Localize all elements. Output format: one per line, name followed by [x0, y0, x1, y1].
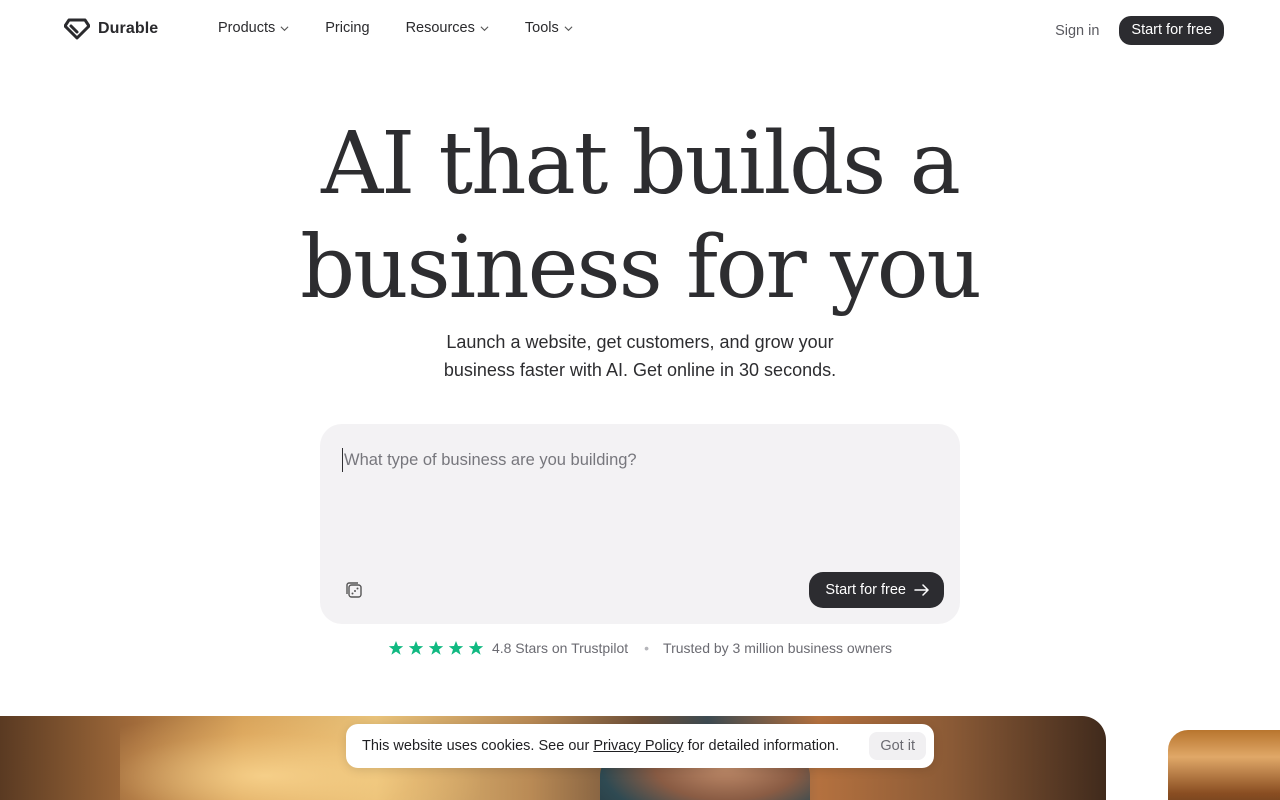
cookie-message: This website uses cookies. See our Priva…	[362, 738, 869, 754]
start-for-free-nav-button[interactable]: Start for free	[1119, 16, 1224, 45]
nav-item-label: Products	[218, 20, 276, 36]
star-icon	[468, 641, 484, 655]
nav-item-products[interactable]: Products	[218, 20, 289, 36]
trust-bar: 4.8 Stars on Trustpilot • Trusted by 3 m…	[0, 640, 1280, 656]
chevron-down-icon	[564, 25, 573, 31]
star-icon	[388, 641, 404, 655]
cookie-text-before: This website uses cookies. See our	[362, 738, 590, 754]
nav-item-label: Tools	[524, 20, 559, 36]
cookie-banner: This website uses cookies. See our Priva…	[346, 724, 934, 768]
start-for-free-submit-button[interactable]: Start for free	[809, 572, 944, 608]
submit-label: Start for free	[825, 582, 906, 598]
business-prompt-box: Start for free	[320, 424, 960, 624]
business-type-input[interactable]	[342, 448, 932, 472]
hero-subtitle-line-2: business faster with AI. Get online in 3…	[443, 360, 837, 380]
separator-dot: •	[644, 640, 650, 656]
brand-name: Durable	[98, 20, 159, 37]
brand-logo[interactable]: Durable	[64, 18, 158, 40]
hero-title-line-1: AI that builds a	[321, 114, 961, 214]
hero-subtitle: Launch a website, get customers, and gro…	[0, 328, 1280, 384]
hero-subtitle-line-1: Launch a website, get customers, and gro…	[446, 332, 834, 352]
trusted-by-text: Trusted by 3 million business owners	[663, 640, 893, 656]
sign-in-link[interactable]: Sign in	[1055, 23, 1099, 39]
rating-stars	[388, 640, 484, 656]
got-it-button[interactable]: Got it	[869, 732, 926, 760]
side-photo	[1168, 730, 1280, 800]
chevron-down-icon	[480, 25, 489, 31]
diamond-logo-icon	[64, 18, 90, 40]
star-icon	[428, 641, 444, 655]
top-navigation: Durable Products Pricing Resources Tools…	[0, 0, 1280, 60]
nav-item-label: Resources	[405, 20, 475, 36]
nav-item-tools[interactable]: Tools	[525, 20, 573, 36]
nav-item-label: Pricing	[325, 20, 370, 36]
hero-title: AI that builds a business for you	[0, 112, 1280, 320]
nav-actions: Sign in Start for free	[1055, 16, 1224, 45]
star-icon	[408, 641, 424, 655]
nav-item-pricing[interactable]: Pricing	[325, 20, 369, 36]
arrow-right-icon	[914, 584, 929, 596]
chevron-down-icon	[280, 25, 289, 31]
dice-icon[interactable]	[344, 580, 364, 600]
nav-item-resources[interactable]: Resources	[406, 20, 489, 36]
hero-title-line-2: business for you	[300, 218, 982, 318]
trustpilot-rating: 4.8 Stars on Trustpilot	[491, 640, 629, 656]
privacy-policy-link[interactable]: Privacy Policy	[593, 738, 683, 754]
cookie-text-after: for detailed information.	[687, 738, 840, 754]
star-icon	[448, 641, 464, 655]
nav-links: Products Pricing Resources Tools	[218, 20, 609, 36]
